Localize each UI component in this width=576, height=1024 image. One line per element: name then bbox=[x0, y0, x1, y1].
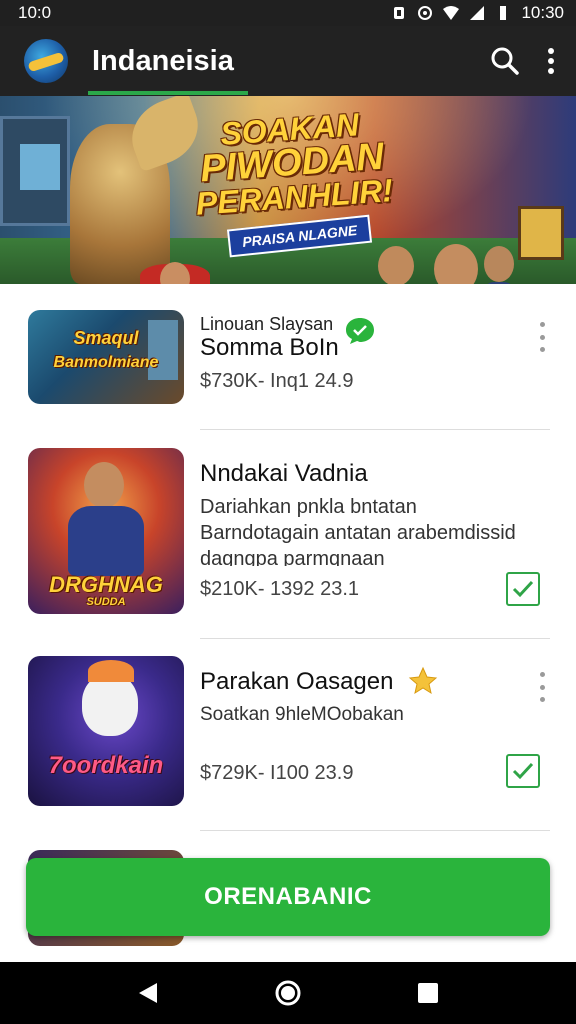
app-title: Indaneisia bbox=[92, 44, 234, 77]
item-overline: Linouan Slaysan bbox=[200, 314, 334, 334]
status-time-right: 10:30 bbox=[521, 3, 564, 22]
item-thumbnail[interactable]: DRGHNAG SUDDA bbox=[28, 448, 184, 614]
settings-icon bbox=[418, 6, 433, 20]
item-thumbnail[interactable]: 7oordkain bbox=[28, 656, 184, 806]
thumb-title-sub: SUDDA bbox=[86, 596, 126, 608]
item-title: Nndakai Vadnia bbox=[200, 460, 368, 487]
item-subtitle: Soatkan 9hleMOobakan bbox=[200, 704, 404, 725]
item-meta: $729K- I100 23.9 bbox=[200, 762, 354, 784]
hero-screen-right bbox=[518, 206, 564, 260]
item-more-icon[interactable] bbox=[538, 322, 546, 352]
system-nav-bar bbox=[0, 962, 576, 1024]
installed-checkbox[interactable] bbox=[506, 754, 540, 788]
search-icon[interactable] bbox=[490, 46, 520, 76]
chat-bubble-icon bbox=[346, 318, 374, 344]
installed-checkbox[interactable] bbox=[506, 572, 540, 606]
item-thumbnail[interactable]: Smaqul Banmolmiane bbox=[28, 310, 184, 404]
thumb-title-top: Smaqul bbox=[73, 328, 139, 348]
thumb-title: 7oordkain bbox=[48, 752, 164, 779]
thumb-character-head bbox=[84, 462, 124, 508]
status-bar: 10:0 10:30 bbox=[0, 0, 576, 26]
hero-player-right-1-head bbox=[378, 246, 414, 284]
thumb-creature-hair bbox=[88, 660, 134, 682]
battery-icon bbox=[500, 6, 507, 20]
app-logo[interactable] bbox=[24, 39, 68, 83]
status-time-left: 10:0 bbox=[18, 3, 52, 22]
home-icon[interactable] bbox=[274, 979, 302, 1007]
check-icon bbox=[512, 762, 534, 780]
status-icons: 10:30 bbox=[391, 3, 564, 23]
check-icon bbox=[512, 580, 534, 598]
item-more-icon[interactable] bbox=[538, 672, 546, 702]
hero-player-right-3-head bbox=[484, 246, 514, 282]
thumb-title: Banmolmiane bbox=[53, 354, 159, 371]
screen: 10:0 10:30 Indaneisia SOAKAN PIWODAN PER… bbox=[0, 0, 576, 1024]
overflow-menu-icon[interactable] bbox=[546, 46, 556, 76]
recents-icon[interactable] bbox=[417, 982, 439, 1004]
signal-icon bbox=[470, 6, 485, 20]
star-icon bbox=[408, 666, 438, 695]
wifi-icon bbox=[443, 6, 460, 20]
hero-banner[interactable]: SOAKAN PIWODAN PERANHLIR! bbox=[0, 96, 576, 284]
tab-indicator bbox=[88, 91, 248, 95]
thumb-creature-head bbox=[82, 674, 138, 736]
primary-action-button[interactable]: ORENABANIC bbox=[26, 858, 550, 936]
item-meta: $210K- 1392 23.1 bbox=[200, 578, 360, 600]
list-item[interactable]: DRGHNAG SUDDA Nndakai Vadnia Dariahkan p… bbox=[0, 430, 576, 639]
list-divider bbox=[200, 830, 550, 831]
list-item[interactable]: Smaqul Banmolmiane Linouan Slaysan Somma… bbox=[0, 284, 576, 430]
app-bar-actions bbox=[490, 46, 556, 76]
item-meta: $730K- Inq1 24.9 bbox=[200, 370, 354, 392]
item-description: Dariahkan pnkla bntatan Barndotagain ant… bbox=[200, 496, 516, 566]
list-item[interactable]: 7oordkain Parakan Oasagen Soatkan 9hleMO… bbox=[0, 638, 576, 831]
hero-title: SOAKAN PIWODAN PERANHLIR! bbox=[189, 105, 396, 221]
back-icon[interactable] bbox=[137, 981, 159, 1005]
notification-icon bbox=[394, 7, 405, 19]
hero-screen-left bbox=[20, 144, 60, 190]
thumb-character-body bbox=[68, 506, 144, 576]
item-title: Somma BoIn bbox=[200, 334, 339, 361]
hero-subtitle: PRAISA NLAGNE bbox=[226, 214, 373, 258]
item-title: Parakan Oasagen bbox=[200, 668, 394, 695]
app-bar: Indaneisia bbox=[0, 26, 576, 96]
thumb-title: DRGHNAG bbox=[49, 572, 163, 597]
